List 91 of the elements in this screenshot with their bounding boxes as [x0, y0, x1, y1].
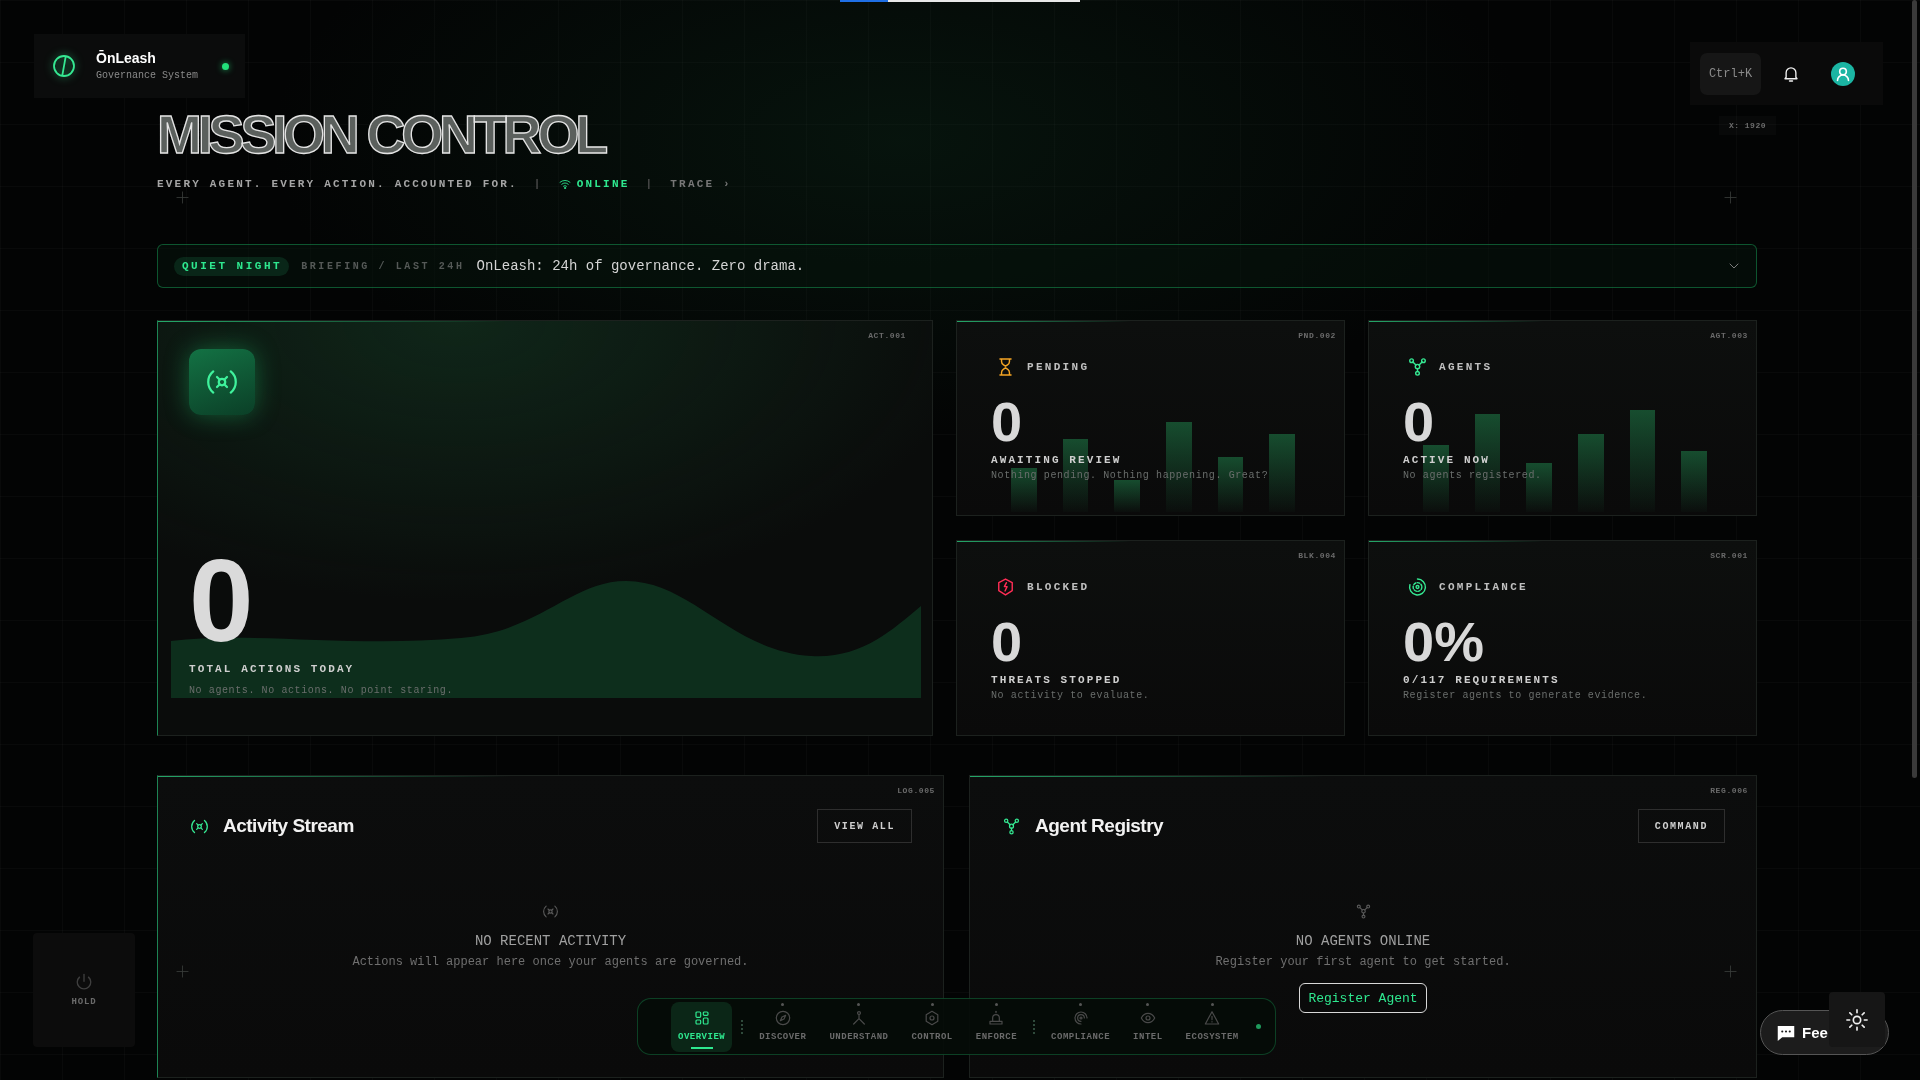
- brand-name: ŌnLeash: [96, 50, 157, 67]
- card-title: COMPLIANCE: [1439, 580, 1528, 594]
- nav-tab[interactable]: OVERVIEW: [671, 1001, 733, 1052]
- card-title: PENDING: [1027, 360, 1090, 374]
- card-code: ACT.001: [868, 330, 906, 341]
- panel-action-button[interactable]: VIEW ALL: [817, 809, 912, 843]
- wifi-icon: [558, 178, 571, 190]
- card-code: AGT.003: [1710, 330, 1748, 341]
- indicator-dot-icon: [1210, 1002, 1214, 1006]
- stat-value: 0: [189, 543, 254, 659]
- stat-label: 0/117 REQUIREMENTS: [1403, 673, 1560, 687]
- card-title: AGENTS: [1439, 360, 1493, 374]
- hold-button[interactable]: HOLD: [33, 933, 135, 1047]
- hourglass-icon: [996, 357, 1015, 377]
- power-icon: [75, 973, 93, 991]
- status-badge: QUIET NIGHT: [174, 256, 290, 276]
- stat-value: 0: [991, 394, 1023, 450]
- crosshair-icon: [1724, 965, 1737, 978]
- branch-icon: [850, 1009, 867, 1026]
- briefing-bar[interactable]: QUIET NIGHT BRIEFING / LAST 24H OnLeash: 24h of governance. Zero drama.: [157, 244, 1757, 288]
- stat-note: No agents. No actions. No point staring.: [189, 684, 454, 698]
- chat-icon: [1777, 1024, 1795, 1041]
- siren-icon: [988, 1009, 1005, 1026]
- stat-note: Register agents to generate evidence.: [1403, 689, 1648, 703]
- nav-tab[interactable]: ENFORCE: [968, 1001, 1025, 1052]
- broadcast-icon: [191, 817, 208, 835]
- stat-value: 0%: [1403, 614, 1484, 670]
- sun-icon: [1846, 1008, 1868, 1031]
- nav-tab[interactable]: UNDERSTAND: [822, 1001, 896, 1052]
- shortcut-button[interactable]: Ctrl+K: [1700, 52, 1761, 95]
- panel-code: REG.006: [1710, 785, 1748, 796]
- crosshair-icon: [176, 965, 189, 978]
- trace-link[interactable]: TRACE ›: [670, 177, 732, 191]
- stat-value: 0: [991, 614, 1023, 670]
- crosshair-icon: [176, 191, 189, 204]
- nav-tab[interactable]: CONTROL: [904, 1001, 960, 1052]
- slash-circle-icon: [52, 54, 76, 78]
- panel-title: Activity Stream: [223, 815, 354, 837]
- indicator-dot-icon: [781, 1002, 785, 1006]
- network-icon: [1408, 357, 1427, 377]
- panel-action-button[interactable]: COMMAND: [1637, 809, 1725, 843]
- indicator-dot-icon: [994, 1002, 998, 1006]
- nav-tab[interactable]: COMPLIANCE: [1044, 1001, 1118, 1052]
- nav-tab[interactable]: ECOSYSTEM: [1178, 1001, 1246, 1052]
- theme-button[interactable]: [1829, 992, 1885, 1047]
- hexagon-icon: [924, 1009, 941, 1026]
- briefing-label: BRIEFING / LAST 24H: [301, 260, 465, 272]
- stat-label: THREATS STOPPED: [991, 673, 1122, 687]
- panel-title: Agent Registry: [1035, 815, 1164, 837]
- empty-state-text: Actions will appear here once your agents are governed.: [352, 954, 749, 970]
- nav-tab[interactable]: INTEL: [1126, 1001, 1170, 1052]
- empty-state-title: NO AGENTS ONLINE: [1295, 932, 1431, 950]
- register-button[interactable]: Register Agent: [1299, 983, 1427, 1013]
- stat-value: 0: [1403, 394, 1435, 450]
- status-dot-icon: [1255, 1024, 1261, 1029]
- status-label: ONLINE: [576, 177, 630, 191]
- tagline-text: EVERY AGENT. EVERY ACTION. ACCOUNTED FOR.: [157, 177, 518, 191]
- crosshair-icon: [1724, 191, 1737, 204]
- indicator-dot-icon: [930, 1002, 934, 1006]
- coordinate-label: X: 1920: [1718, 116, 1776, 135]
- target-icon: [1408, 577, 1427, 597]
- spiral-icon: [1072, 1009, 1089, 1026]
- empty-state-title: NO RECENT ACTIVITY: [474, 932, 627, 950]
- card-code: PND.002: [1298, 330, 1336, 341]
- indicator-dot-icon: [1079, 1002, 1083, 1006]
- empty-state-text: Register your first agent to get started.: [1215, 954, 1511, 970]
- stat-note: No activity to evaluate.: [991, 689, 1150, 703]
- grid-icon: [693, 1009, 710, 1026]
- panel-code: LOG.005: [897, 785, 935, 796]
- stat-label: TOTAL ACTIONS TODAY: [189, 662, 355, 676]
- bell-icon[interactable]: [1782, 64, 1800, 83]
- broadcast-icon: [189, 349, 255, 415]
- compass-icon: [774, 1009, 791, 1026]
- shield-icon: [996, 577, 1015, 597]
- nav-tab[interactable]: DISCOVER: [752, 1001, 814, 1052]
- indicator-dot-icon: [1146, 1002, 1150, 1006]
- broadcast-icon: [543, 904, 558, 919]
- warning-icon: [1204, 1009, 1221, 1026]
- card-title: BLOCKED: [1027, 580, 1090, 594]
- avatar-icon[interactable]: [1831, 61, 1855, 86]
- page-title: MISSION CONTROL: [157, 106, 604, 162]
- network-icon: [1003, 817, 1020, 835]
- scrollbar-thumb[interactable]: [1912, 0, 1917, 778]
- briefing-message: OnLeash: 24h of governance. Zero drama.: [476, 258, 805, 274]
- network-icon: [1355, 904, 1371, 919]
- separator-text: |: [533, 177, 543, 191]
- indicator-dot-icon: [857, 1002, 861, 1006]
- card-code: SCR.001: [1710, 550, 1748, 561]
- separator-text: |: [645, 177, 655, 191]
- card-code: BLK.004: [1298, 550, 1336, 561]
- brand-subtitle: Governance System: [96, 70, 199, 82]
